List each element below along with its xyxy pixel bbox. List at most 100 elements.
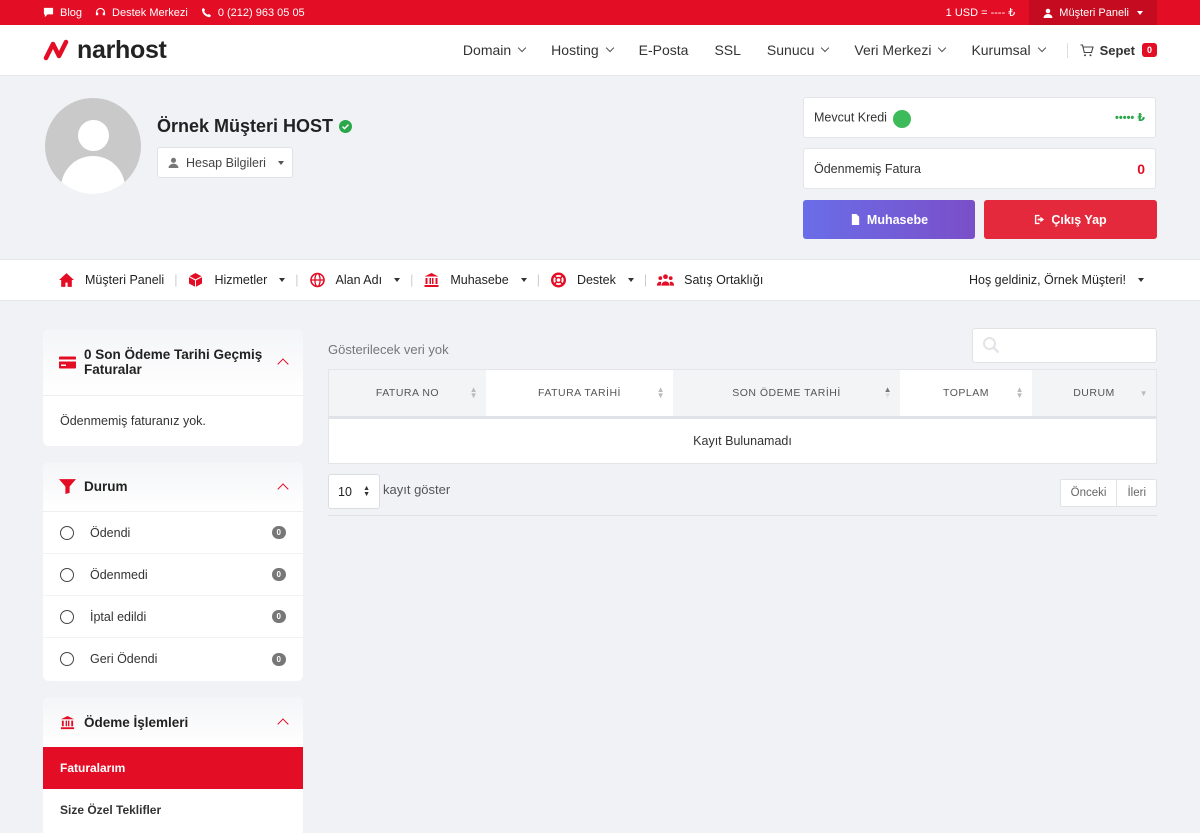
subnav-services[interactable]: Hizmetler	[187, 272, 286, 288]
status-paid-option[interactable]: Ödendi 0	[43, 512, 303, 554]
menu-my-invoices[interactable]: Faturalarım	[43, 747, 303, 789]
chevron-down-icon	[1037, 43, 1046, 53]
cart-icon	[1080, 43, 1094, 56]
col-due-date[interactable]: SON ÖDEME TARİHİ ▲ ▼	[673, 370, 900, 416]
sort-asc-icon: ▲ ▼	[883, 385, 892, 400]
payment-card-header[interactable]: Ödeme İşlemleri	[43, 697, 303, 747]
main-content: 0 Son Ödeme Tarihi Geçmiş Faturalar Öden…	[0, 301, 1200, 833]
unpaid-invoice-box[interactable]: Ödenmemiş Fatura 0	[803, 148, 1156, 189]
col-invoice-date[interactable]: FATURA TARİHİ ▲ ▼	[486, 370, 673, 416]
user-icon	[1043, 8, 1053, 18]
table-header: FATURA NO ▲ ▼ FATURA TARİHİ ▲ ▼ SON ÖDEME TA…	[329, 370, 1156, 419]
payment-operations-card: Ödeme İşlemleri Faturalarım Size Özel Te…	[43, 697, 303, 833]
phone-link[interactable]: 0 (212) 963 05 05	[201, 7, 305, 19]
welcome-menu[interactable]: Hoş geldiniz, Örnek Müşteri!	[969, 273, 1144, 287]
subnav-domain[interactable]: Alan Adı	[309, 272, 401, 288]
table-footer: 10 ▲ ▼ kayıt göster Önceki İleri	[328, 474, 1157, 516]
col-total[interactable]: TOPLAM ▲ ▼	[900, 370, 1032, 416]
status-filter-card: Durum Ödendi 0 Ödenmedi 0 İptal edildi 0…	[43, 462, 303, 681]
nav-ssl[interactable]: SSL	[714, 42, 740, 58]
caret-down-icon	[277, 160, 284, 165]
subnav-accounting[interactable]: Muhasebe	[423, 272, 527, 288]
next-page-button[interactable]: İleri	[1116, 480, 1156, 506]
currency-rate: 1 USD = ---- ₺	[945, 7, 1016, 19]
chevron-up-icon	[277, 358, 289, 370]
chevron-down-icon	[517, 43, 527, 53]
page-length-label: kayıt göster	[383, 482, 451, 497]
bank-icon	[60, 715, 75, 729]
users-icon	[657, 274, 675, 286]
radio-button[interactable]	[60, 609, 74, 624]
support-link[interactable]: Destek Merkezi	[95, 7, 188, 19]
cart-button[interactable]: Sepet 0	[1066, 42, 1157, 58]
credit-card-icon	[59, 356, 76, 368]
logout-button[interactable]: Çıkış Yap	[984, 200, 1157, 239]
subnav-customer-panel[interactable]: Müşteri Paneli	[58, 272, 164, 288]
caret-down-icon	[627, 278, 634, 282]
count-badge: 0	[271, 568, 286, 581]
chevron-down-icon	[605, 43, 614, 53]
status-card-header[interactable]: Durum	[43, 462, 303, 512]
top-bar: Blog Destek Merkezi 0 (212) 963 05 05 1 …	[0, 0, 1200, 25]
table-search-input[interactable]	[972, 328, 1157, 363]
menu-special-offers[interactable]: Size Özel Teklifler	[43, 789, 303, 830]
phone-icon	[201, 7, 211, 18]
count-badge: 0	[271, 610, 286, 623]
life-ring-icon	[550, 272, 566, 288]
status-unpaid-option[interactable]: Ödenmedi 0	[43, 554, 303, 596]
profile-area: Örnek Müşteri HOST Hesap Bilgileri Mevcu…	[0, 76, 1200, 259]
nav-server[interactable]: Sunucu	[767, 42, 830, 58]
box-icon	[189, 273, 203, 287]
sort-icon: ▲ ▼	[1015, 385, 1024, 400]
avatar	[45, 98, 141, 194]
radio-button[interactable]	[60, 525, 74, 540]
client-nav: Müşteri Paneli | Hizmetler | Alan Adı | …	[0, 259, 1200, 301]
nav-domain[interactable]: Domain	[463, 42, 527, 58]
credit-value: ••••• ₺	[1115, 112, 1145, 124]
sort-icon: ▲ ▼	[656, 385, 665, 400]
sort-icon: ▲ ▼	[469, 385, 478, 400]
subnav-support[interactable]: Destek	[550, 272, 634, 288]
caret-down-icon	[520, 278, 527, 282]
nav-email[interactable]: E-Posta	[639, 42, 689, 58]
col-invoice-no[interactable]: FATURA NO ▲ ▼	[329, 370, 486, 416]
radio-button[interactable]	[60, 567, 74, 582]
caret-down-icon	[394, 278, 401, 282]
sign-out-icon	[1035, 214, 1045, 225]
customer-panel-button[interactable]: Müşteri Paneli	[1029, 0, 1157, 25]
status-cancelled-option[interactable]: İptal edildi 0	[43, 596, 303, 638]
customer-name: Örnek Müşteri HOST	[157, 116, 353, 137]
status-refunded-option[interactable]: Geri Ödendi 0	[43, 638, 303, 680]
count-badge: 0	[271, 652, 286, 666]
col-status[interactable]: DURUM ▼	[1032, 370, 1156, 416]
subnav-affiliate[interactable]: Satış Ortaklığı	[657, 272, 763, 288]
file-icon	[851, 214, 860, 225]
empty-row: Kayıt Bulunamadı	[693, 434, 792, 448]
headset-icon	[95, 7, 106, 16]
accounting-button[interactable]: Muhasebe	[803, 200, 975, 239]
verified-check-icon	[339, 120, 353, 133]
previous-page-button[interactable]: Önceki	[1061, 480, 1117, 506]
globe-icon	[309, 272, 325, 288]
blog-link[interactable]: Blog	[43, 7, 82, 19]
invoice-table: FATURA NO ▲ ▼ FATURA TARİHİ ▲ ▼ SON ÖDEME TA…	[328, 369, 1157, 464]
table-info: Gösterilecek veri yok	[328, 342, 449, 357]
overdue-card-header[interactable]: 0 Son Ödeme Tarihi Geçmiş Faturalar	[43, 329, 303, 396]
account-info-button[interactable]: Hesap Bilgileri	[157, 147, 293, 178]
comment-icon	[43, 7, 54, 18]
nav-datacenter[interactable]: Veri Merkezi	[854, 42, 947, 58]
search-icon	[983, 337, 1000, 354]
nav-hosting[interactable]: Hosting	[551, 42, 614, 58]
nav-corporate[interactable]: Kurumsal	[971, 42, 1046, 58]
count-badge: 0	[271, 526, 286, 539]
caret-down-icon	[1138, 278, 1144, 282]
money-icon	[892, 109, 911, 128]
logo[interactable]: narhost	[43, 36, 167, 65]
unpaid-count: 0	[1137, 160, 1145, 177]
radio-button[interactable]	[60, 652, 74, 666]
pagination: Önceki İleri	[1059, 479, 1157, 507]
bank-icon	[424, 273, 439, 287]
user-icon	[168, 157, 179, 168]
page-length-select[interactable]: 10 ▲ ▼	[328, 474, 380, 509]
narhost-logo-icon	[43, 39, 69, 61]
